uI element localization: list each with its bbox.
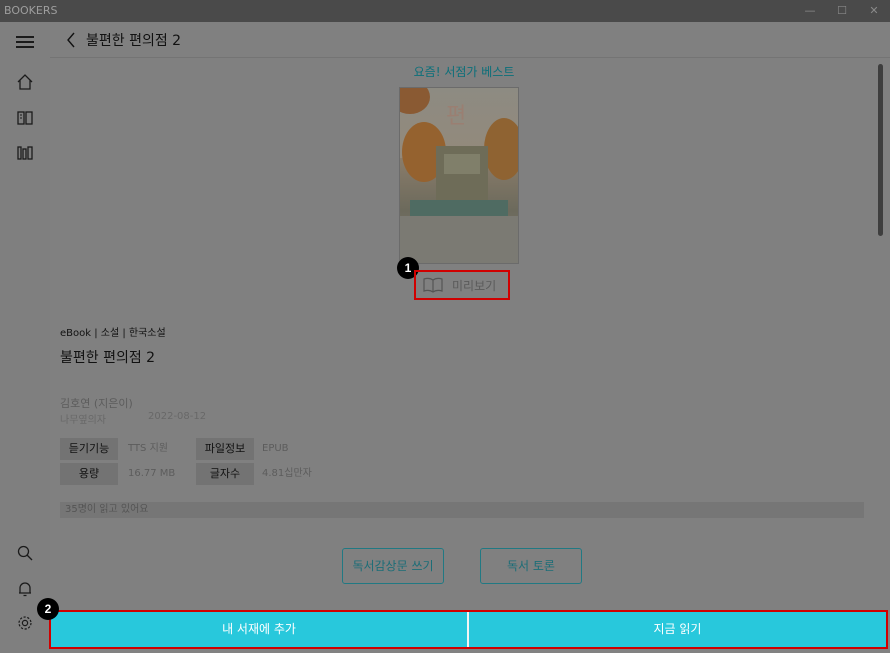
cover-title-glyph: 편 [446,104,467,129]
close-button[interactable]: ✕ [858,0,890,22]
back-button[interactable] [60,28,82,52]
info-key: 용량 [60,463,118,485]
cover-tree [484,118,518,180]
bell-icon [19,582,31,597]
book-publisher[interactable]: 나무옆의자 [60,411,106,426]
preview-button[interactable]: 미리보기 [414,270,510,300]
step-badge-2: 2 [37,598,59,620]
info-key: 파일정보 [196,438,254,460]
preview-label: 미리보기 [452,278,497,293]
cover-band [400,216,518,263]
sidebar-item-bookshelf[interactable] [13,141,37,165]
chevron-left-icon [67,32,75,48]
info-value: 4.81십만자 [262,468,312,479]
sidebar-item-notifications[interactable] [13,577,37,601]
window-controls: — ☐ ✕ [794,0,890,22]
info-value: 16.77 MB [128,468,176,479]
book-discussion-button[interactable]: 독서 토론 [480,548,582,584]
gear-icon [18,616,32,630]
info-value: TTS 지원 [128,443,168,454]
info-key: 글자수 [196,463,254,485]
sidebar-item-home[interactable] [13,70,37,94]
book-cover[interactable]: 편 [399,87,519,264]
book-icon [17,111,33,125]
scrollbar[interactable] [878,64,883,236]
section-label: 요즘! 서점가 베스트 [413,65,515,79]
book-publish-date: 2022-08-12 [148,411,207,422]
write-review-button[interactable]: 독서감상문 쓰기 [342,548,444,584]
app-title: BOOKERS [4,4,58,17]
info-value: EPUB [262,443,289,454]
open-book-icon [423,277,443,293]
book-category: eBook | 소설 | 한국소설 [60,328,166,339]
page-title: 불편한 편의점 2 [86,33,182,49]
minimize-button[interactable]: — [794,0,826,22]
search-icon [17,545,33,561]
menu-button[interactable] [13,30,37,54]
sidebar-item-library[interactable] [13,106,37,130]
highlight-frame [49,610,888,649]
info-key: 듣기기능 [60,438,118,460]
hamburger-icon [16,36,34,48]
book-title: 불편한 편의점 2 [60,350,156,366]
bookshelf-icon [17,146,33,160]
home-icon [17,74,33,90]
cover-building [444,154,480,174]
sidebar-item-search[interactable] [13,541,37,565]
book-author[interactable]: 김호연 (지은이) [60,395,133,411]
maximize-button[interactable]: ☐ [826,0,858,22]
page-header: 불편한 편의점 2 [50,22,890,58]
window-titlebar: BOOKERS — ☐ ✕ [0,0,890,22]
readers-count: 35명이 읽고 있어요 [60,502,864,518]
sidebar [0,22,50,653]
sidebar-item-settings[interactable] [13,611,37,635]
